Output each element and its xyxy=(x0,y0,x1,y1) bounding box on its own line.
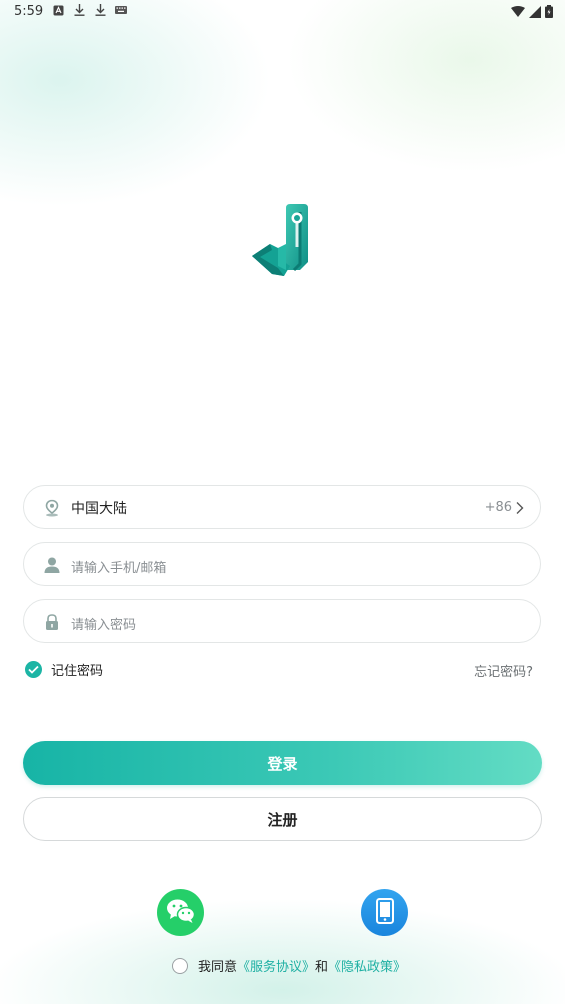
location-pin-icon xyxy=(43,499,61,517)
wechat-login-button[interactable] xyxy=(157,889,204,936)
status-system-icons xyxy=(511,5,553,22)
app-logo xyxy=(248,200,314,280)
download-icon xyxy=(73,4,85,16)
login-button[interactable]: 登录 xyxy=(23,741,542,785)
password-field[interactable]: 请输入密码 xyxy=(23,599,541,643)
region-label: 中国大陆 xyxy=(71,501,127,517)
remember-password-checkbox[interactable]: 记住密码 xyxy=(25,660,103,679)
phone-email-placeholder: 请输入手机/邮箱 xyxy=(71,561,167,576)
download-icon xyxy=(94,4,106,16)
status-notifications xyxy=(52,4,127,16)
password-placeholder: 请输入密码 xyxy=(71,618,137,633)
agreement-radio[interactable] xyxy=(172,957,188,974)
agreement-and: 和 xyxy=(315,960,329,975)
cell-signal-icon xyxy=(529,5,541,22)
chevron-right-icon xyxy=(515,500,525,514)
agreement-prefix: 我同意 xyxy=(198,960,238,975)
privacy-policy-link[interactable]: 《隐私政策》 xyxy=(328,956,406,975)
status-bar: 5:59 xyxy=(0,0,565,24)
lock-icon xyxy=(43,613,61,631)
phone-email-field[interactable]: 请输入手机/邮箱 xyxy=(23,542,541,586)
region-selector[interactable]: 中国大陆 +86 xyxy=(23,485,541,529)
battery-icon xyxy=(545,5,553,22)
terms-of-service-link[interactable]: 《服务协议》 xyxy=(237,956,315,975)
register-button[interactable]: 注册 xyxy=(23,797,542,841)
keyboard-icon xyxy=(115,4,127,16)
remember-password-label: 记住密码 xyxy=(51,664,104,679)
app-notification-icon xyxy=(52,4,64,16)
wifi-icon xyxy=(511,5,525,22)
country-code: +86 xyxy=(484,500,512,515)
phone-login-button[interactable] xyxy=(361,889,408,936)
agreement-row: 我同意 《服务协议》 和 《隐私政策》 xyxy=(172,956,406,975)
forgot-password-link[interactable]: 忘记密码? xyxy=(474,661,533,680)
status-time: 5:59 xyxy=(14,4,44,19)
user-icon xyxy=(43,556,61,574)
wechat-icon xyxy=(166,898,196,928)
mobile-phone-icon xyxy=(375,897,394,928)
checkmark-icon xyxy=(25,661,42,678)
